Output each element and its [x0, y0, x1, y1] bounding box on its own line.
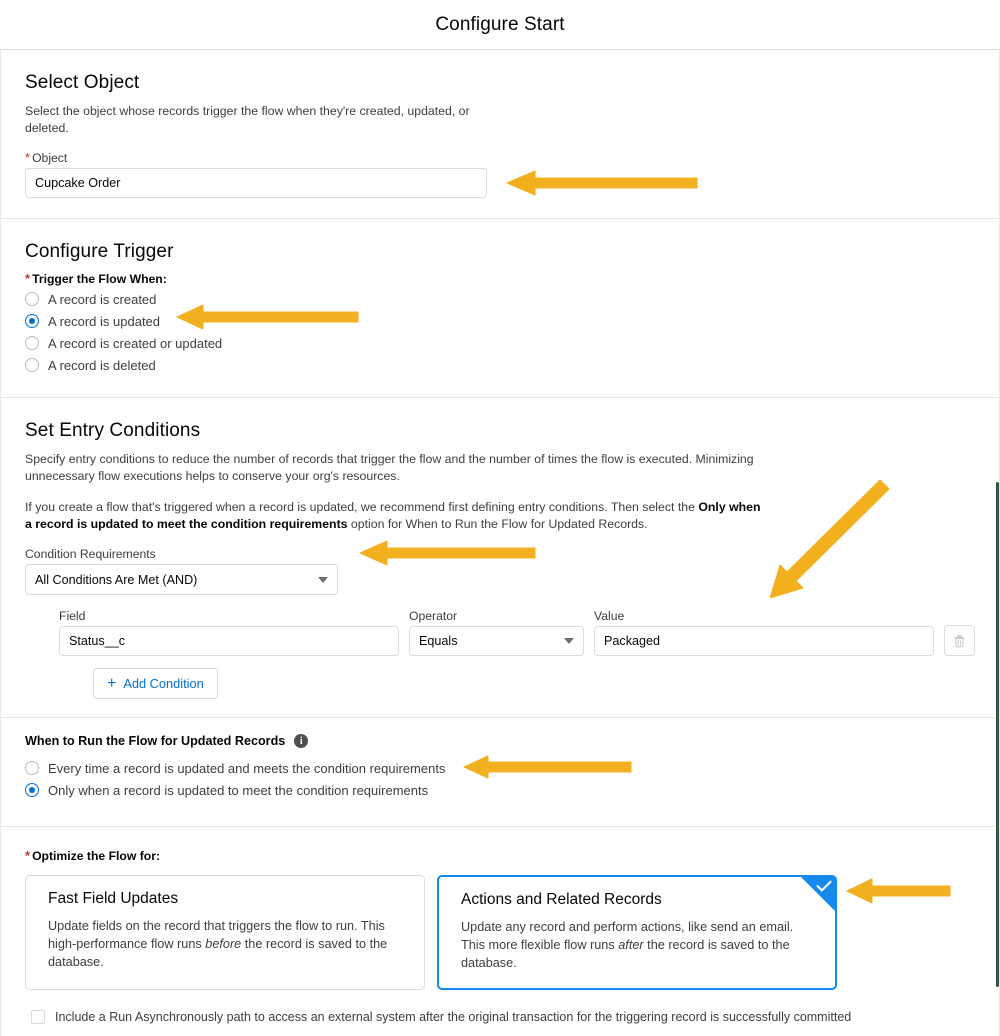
- card-title: Fast Field Updates: [48, 890, 179, 907]
- condition-value-text: Packaged: [604, 633, 661, 648]
- radio-indicator: [25, 292, 39, 306]
- entry-conditions-heading: Set Entry Conditions: [25, 420, 201, 441]
- plus-icon: +: [107, 674, 117, 692]
- radio-indicator: [25, 761, 39, 775]
- optimize-legend: * Optimize the Flow for:: [25, 849, 975, 863]
- radio-every-time-updated[interactable]: Every time a record is updated and meets…: [25, 758, 975, 778]
- radio-label: Every time a record is updated and meets…: [48, 760, 446, 776]
- radio-indicator: [25, 358, 39, 372]
- optimize-legend-text: Optimize the Flow for:: [32, 849, 161, 863]
- column-header-operator: Operator: [409, 609, 458, 623]
- section-entry-conditions: Set Entry Conditions Specify entry condi…: [1, 398, 999, 827]
- scrollbar-track[interactable]: [991, 50, 1000, 987]
- object-input[interactable]: Cupcake Order: [25, 168, 487, 198]
- p2-post: option for When to Run the Flow for Upda…: [347, 517, 648, 531]
- when-to-run-radio-group: Every time a record is updated and meets…: [25, 758, 975, 800]
- required-asterisk: *: [25, 271, 31, 286]
- trash-icon: [954, 634, 965, 647]
- async-path-checkbox[interactable]: [31, 1010, 45, 1024]
- delete-condition-button[interactable]: [944, 625, 975, 656]
- when-to-run-heading: When to Run the Flow for Updated Records…: [25, 734, 975, 748]
- radio-label: Only when a record is updated to meet th…: [48, 782, 429, 798]
- required-asterisk: *: [25, 150, 31, 165]
- when-to-run-title-text: When to Run the Flow for Updated Records: [25, 734, 286, 748]
- radio-record-created[interactable]: A record is created: [25, 289, 975, 309]
- required-asterisk: *: [25, 848, 31, 863]
- radio-label: A record is created: [48, 291, 157, 307]
- card-fast-field-updates[interactable]: Fast Field Updates Update fields on the …: [25, 875, 425, 990]
- condition-requirements-label: Condition Requirements: [25, 547, 156, 561]
- radio-indicator-selected: [25, 314, 39, 328]
- page-title: Configure Start: [435, 13, 565, 35]
- radio-only-when-meets-conditions[interactable]: Only when a record is updated to meet th…: [25, 780, 975, 800]
- section-select-object: Select Object Select the object whose re…: [1, 50, 999, 219]
- condition-table: Field Operator Value Status__c Equals Pa…: [25, 609, 975, 699]
- radio-record-created-or-updated[interactable]: A record is created or updated: [25, 333, 975, 353]
- section-configure-trigger: Configure Trigger * Trigger the Flow When…: [1, 219, 999, 398]
- chevron-down-icon: [564, 637, 574, 644]
- chevron-down-icon: [318, 576, 328, 583]
- condition-field-input[interactable]: Status__c: [59, 625, 399, 656]
- card-actions-and-related-records[interactable]: Actions and Related Records Update any r…: [437, 875, 837, 990]
- card-desc-emphasis: after: [618, 938, 644, 952]
- optimize-card-group: Fast Field Updates Update fields on the …: [25, 875, 975, 990]
- configure-start-panel: Select Object Select the object whose re…: [0, 50, 1000, 1036]
- async-path-label: Include a Run Asynchronously path to acc…: [55, 1010, 852, 1024]
- radio-label: A record is updated: [48, 313, 161, 329]
- condition-operator-select[interactable]: Equals: [409, 625, 584, 656]
- object-input-value: Cupcake Order: [35, 176, 121, 190]
- condition-table-header: Field Operator Value: [59, 609, 975, 623]
- card-title: Actions and Related Records: [461, 891, 662, 908]
- card-description: Update any record and perform actions, l…: [461, 918, 817, 972]
- condition-operator-value: Equals: [419, 633, 458, 648]
- info-icon[interactable]: i: [294, 734, 309, 748]
- add-condition-label: Add Condition: [123, 676, 204, 691]
- radio-label: A record is deleted: [48, 357, 156, 373]
- trigger-legend-text: Trigger the Flow When:: [32, 272, 167, 286]
- radio-indicator-selected: [25, 783, 39, 797]
- select-object-description: Select the object whose records trigger …: [25, 104, 470, 135]
- async-path-row[interactable]: Include a Run Asynchronously path to acc…: [1, 996, 999, 1036]
- add-condition-button[interactable]: + Add Condition: [93, 668, 218, 699]
- table-row: Status__c Equals Packaged: [59, 625, 975, 656]
- card-desc-emphasis: before: [205, 937, 242, 951]
- section-optimize-flow: * Optimize the Flow for: Fast Field Updat…: [1, 827, 999, 996]
- entry-conditions-paragraph-2: If you create a flow that's triggered wh…: [25, 499, 770, 533]
- condition-field-value: Status__c: [69, 633, 126, 648]
- column-header-field: Field: [59, 609, 86, 623]
- entry-conditions-paragraph-1: Specify entry conditions to reduce the n…: [25, 452, 754, 483]
- trigger-radio-group: A record is created A record is updated …: [25, 289, 975, 375]
- card-description: Update fields on the record that trigger…: [48, 917, 406, 971]
- radio-label: A record is created or updated: [48, 335, 223, 351]
- object-field-label-text: Object: [32, 151, 68, 165]
- scrollbar-thumb[interactable]: [996, 482, 999, 987]
- radio-indicator: [25, 336, 39, 350]
- configure-trigger-heading: Configure Trigger: [25, 241, 174, 262]
- section-when-to-run: When to Run the Flow for Updated Records…: [1, 717, 999, 806]
- column-header-value: Value: [594, 609, 625, 623]
- p2-pre: If you create a flow that's triggered wh…: [25, 500, 699, 514]
- object-field-label: * Object: [25, 151, 975, 165]
- select-object-heading: Select Object: [25, 72, 140, 93]
- page-header: Configure Start: [0, 0, 1000, 50]
- radio-record-deleted[interactable]: A record is deleted: [25, 355, 975, 375]
- radio-record-updated[interactable]: A record is updated: [25, 311, 975, 331]
- condition-requirements-value: All Conditions Are Met (AND): [35, 572, 198, 587]
- trigger-legend: * Trigger the Flow When:: [25, 272, 975, 286]
- condition-value-input[interactable]: Packaged: [594, 625, 934, 656]
- condition-requirements-select[interactable]: All Conditions Are Met (AND): [25, 564, 338, 595]
